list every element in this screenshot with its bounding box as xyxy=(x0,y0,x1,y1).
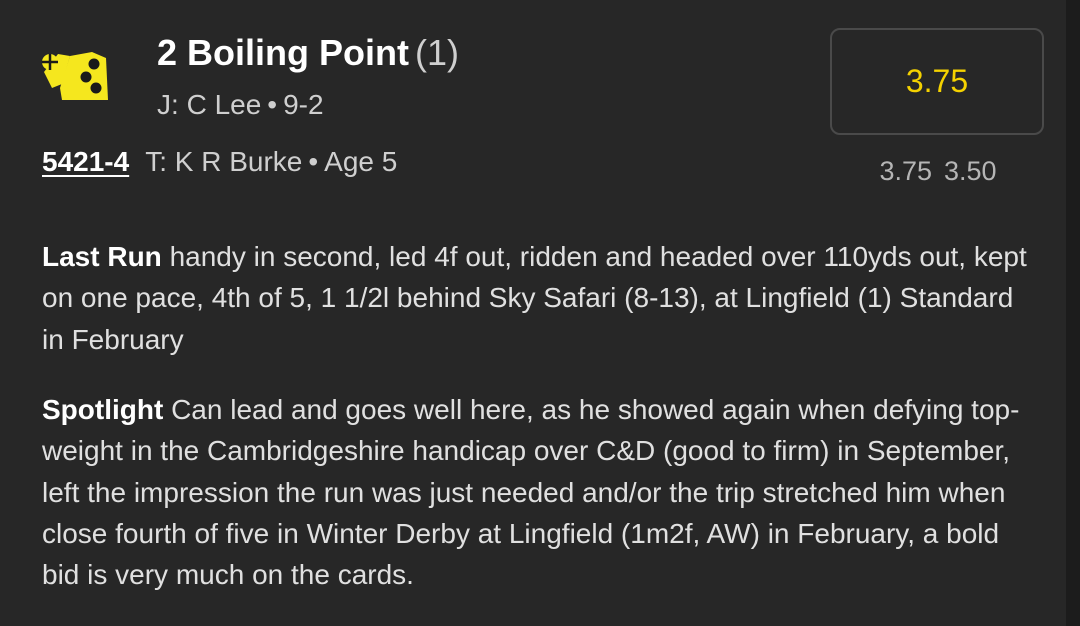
odds-history: 3.75 3.50 xyxy=(860,156,1016,187)
draw-number: (1) xyxy=(415,32,459,73)
jockey-name[interactable]: C Lee xyxy=(187,89,262,120)
trainer-label: T: xyxy=(145,146,167,177)
silks-icon xyxy=(40,44,112,104)
spotlight-label: Spotlight xyxy=(42,394,164,425)
odds-value: 3.75 xyxy=(905,63,969,99)
trainer-name[interactable]: K R Burke xyxy=(175,146,303,177)
form-figures[interactable]: 5421-4 xyxy=(42,146,129,177)
last-run-section: Last Run handy in second, led 4f out, ri… xyxy=(42,236,1042,360)
odds-history-item: 3.75 xyxy=(879,156,932,186)
jockey-label: J: xyxy=(157,89,179,120)
age: Age 5 xyxy=(324,146,398,177)
spotlight-section: Spotlight Can lead and goes well here, a… xyxy=(42,389,1042,595)
last-run-label: Last Run xyxy=(42,241,162,272)
form-line: 5421-4 T: K R Burke • Age 5 xyxy=(42,144,397,180)
jockey-line: J: C Lee • 9-2 xyxy=(157,88,459,122)
spotlight-text: Can lead and goes well here, as he showe… xyxy=(42,394,1020,591)
runner-number: 2 xyxy=(157,32,178,73)
runner-header: 2 Boiling Point (1) J: C Lee • 9-2 xyxy=(157,30,459,122)
separator: • xyxy=(267,89,278,120)
weight: 9-2 xyxy=(283,89,324,120)
odds-history-item: 3.50 xyxy=(944,156,997,186)
last-run-text: handy in second, led 4f out, ridden and … xyxy=(42,241,1027,355)
runner-title: 2 Boiling Point (1) xyxy=(157,30,459,76)
runner-card: 2 Boiling Point (1) J: C Lee • 9-2 5421-4 T: … xyxy=(0,0,1066,626)
horse-name[interactable]: Boiling Point xyxy=(187,32,409,73)
separator: • xyxy=(308,146,319,177)
odds-button[interactable]: 3.75 xyxy=(830,28,1044,135)
